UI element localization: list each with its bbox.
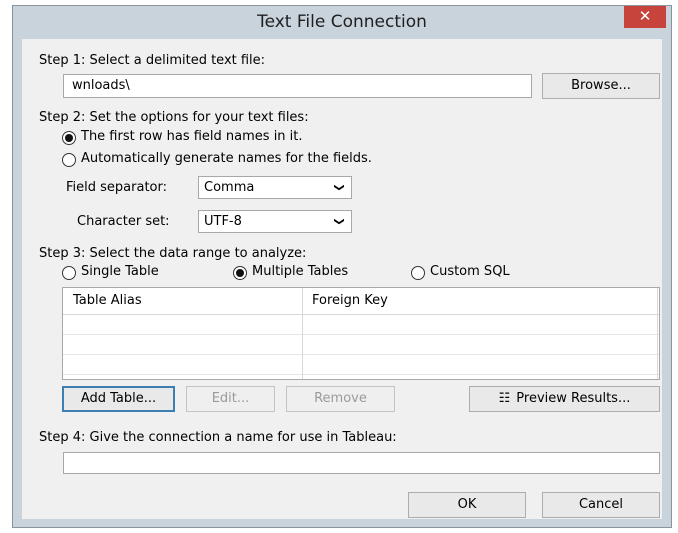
charset-label: Character set:: [77, 214, 170, 229]
field-separator-select[interactable]: Comma ❯: [198, 176, 352, 199]
column-divider: [302, 288, 303, 379]
charset-value: UTF-8: [204, 214, 242, 229]
radio-auto-names[interactable]: [62, 153, 76, 167]
radio-custom-sql[interactable]: [411, 266, 425, 280]
ok-button[interactable]: OK: [408, 492, 526, 518]
charset-select[interactable]: UTF-8 ❯: [198, 210, 352, 233]
preview-results-label: Preview Results...: [516, 391, 631, 406]
connection-name-input[interactable]: [63, 452, 660, 474]
radio-multiple-tables[interactable]: [233, 266, 247, 280]
step1-label: Step 1: Select a delimited text file:: [39, 53, 266, 68]
dialog-window: Text File Connection ✕ Step 1: Select a …: [12, 5, 672, 528]
table-row[interactable]: [63, 355, 659, 375]
radio-single-table-label: Single Table: [81, 264, 159, 279]
add-table-button[interactable]: Add Table...: [62, 386, 175, 412]
preview-grid-icon: ☷: [498, 391, 511, 406]
radio-first-row-label: The first row has field names in it.: [81, 129, 303, 144]
close-icon: ✕: [638, 7, 652, 25]
field-separator-label: Field separator:: [66, 180, 167, 195]
column-header-foreign-key[interactable]: Foreign Key: [302, 288, 659, 314]
title-bar[interactable]: Text File Connection ✕: [13, 6, 671, 38]
dialog-client: Step 1: Select a delimited text file: wn…: [22, 39, 662, 519]
radio-single-table[interactable]: [62, 266, 76, 280]
table-row[interactable]: [63, 335, 659, 355]
file-path-value: wnloads\: [72, 78, 130, 93]
column-header-table-alias[interactable]: Table Alias: [63, 288, 302, 314]
radio-first-row[interactable]: [62, 131, 76, 145]
dialog-title: Text File Connection: [257, 12, 427, 32]
tables-grid[interactable]: Table Alias Foreign Key: [62, 287, 660, 380]
remove-button[interactable]: Remove: [286, 386, 395, 412]
file-path-input[interactable]: wnloads\: [63, 74, 532, 98]
close-button[interactable]: ✕: [624, 6, 666, 28]
radio-auto-names-label: Automatically generate names for the fie…: [81, 151, 372, 166]
column-divider: [657, 288, 658, 379]
browse-button[interactable]: Browse...: [542, 73, 660, 99]
table-row[interactable]: [63, 315, 659, 335]
radio-multiple-tables-label: Multiple Tables: [252, 264, 349, 279]
step4-label: Step 4: Give the connection a name for u…: [39, 430, 397, 445]
step2-label: Step 2: Set the options for your text fi…: [39, 110, 309, 125]
cancel-button[interactable]: Cancel: [542, 492, 660, 518]
preview-results-button[interactable]: ☷ Preview Results...: [469, 386, 660, 412]
step3-label: Step 3: Select the data range to analyze…: [39, 246, 307, 261]
radio-custom-sql-label: Custom SQL: [430, 264, 510, 279]
edit-button[interactable]: Edit...: [186, 386, 275, 412]
chevron-down-icon: ❯: [333, 217, 345, 226]
chevron-down-icon: ❯: [333, 183, 345, 192]
field-separator-value: Comma: [204, 180, 255, 195]
